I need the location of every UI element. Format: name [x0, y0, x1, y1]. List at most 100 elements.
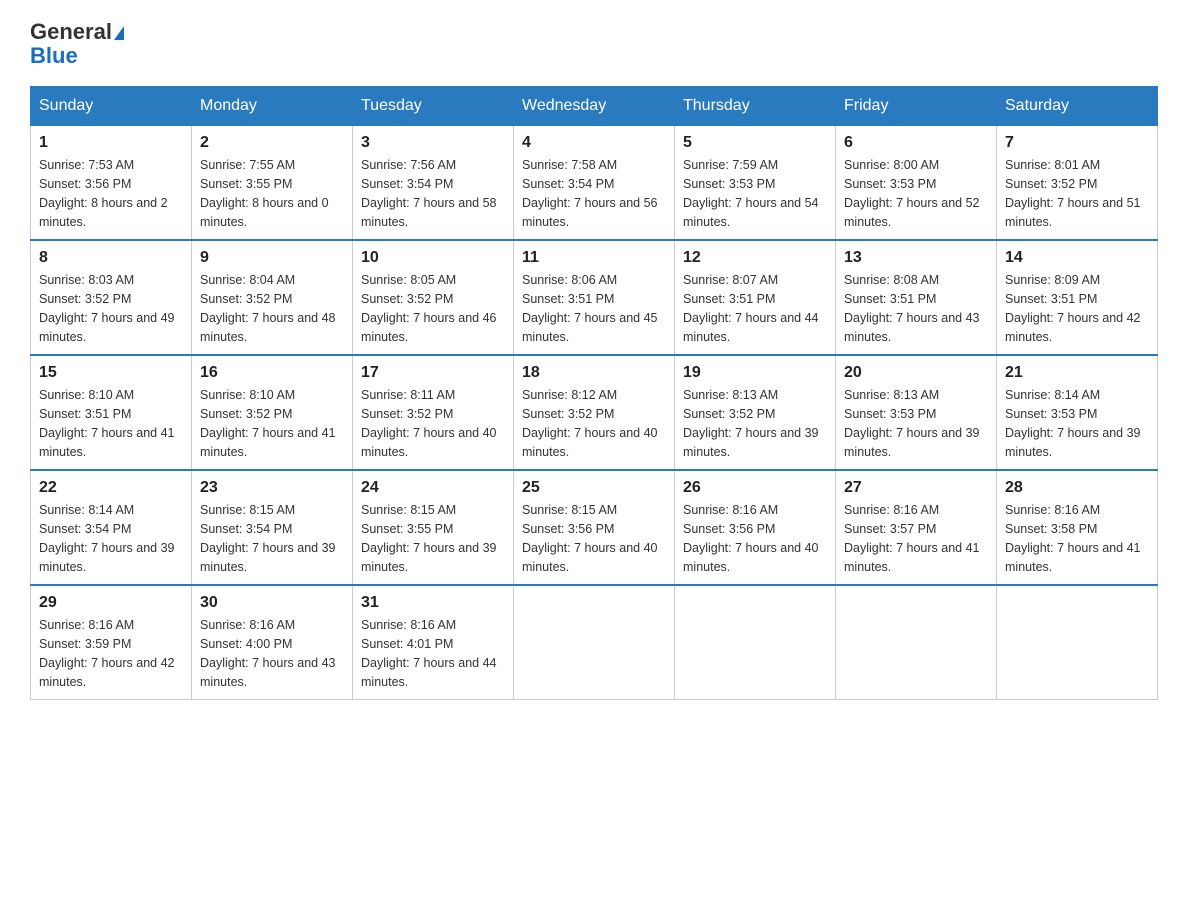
day-number: 14	[1005, 249, 1149, 267]
day-number: 27	[844, 479, 988, 497]
weekday-header-tuesday: Tuesday	[353, 87, 514, 126]
day-info: Sunrise: 7:56 AMSunset: 3:54 PMDaylight:…	[361, 156, 505, 231]
day-info: Sunrise: 8:16 AMSunset: 4:00 PMDaylight:…	[200, 616, 344, 691]
day-number: 30	[200, 594, 344, 612]
weekday-header-thursday: Thursday	[675, 87, 836, 126]
day-number: 9	[200, 249, 344, 267]
weekday-header-saturday: Saturday	[997, 87, 1158, 126]
day-info: Sunrise: 8:09 AMSunset: 3:51 PMDaylight:…	[1005, 271, 1149, 346]
weekday-header-sunday: Sunday	[31, 87, 192, 126]
day-number: 1	[39, 134, 183, 152]
calendar-cell: 23Sunrise: 8:15 AMSunset: 3:54 PMDayligh…	[192, 470, 353, 585]
day-number: 28	[1005, 479, 1149, 497]
calendar-cell: 11Sunrise: 8:06 AMSunset: 3:51 PMDayligh…	[514, 240, 675, 355]
day-info: Sunrise: 8:16 AMSunset: 3:57 PMDaylight:…	[844, 501, 988, 576]
day-number: 15	[39, 364, 183, 382]
day-number: 5	[683, 134, 827, 152]
calendar-cell: 18Sunrise: 8:12 AMSunset: 3:52 PMDayligh…	[514, 355, 675, 470]
calendar-cell: 31 Sunrise: 8:16 AMSunset: 4:01 PMDayligh…	[353, 585, 514, 700]
calendar-cell	[675, 585, 836, 700]
day-number: 16	[200, 364, 344, 382]
calendar-cell: 16 Sunrise: 8:10 AMSunset: 3:52 PMDayligh…	[192, 355, 353, 470]
calendar-cell	[836, 585, 997, 700]
day-info: Sunrise: 7:59 AMSunset: 3:53 PMDaylight:…	[683, 156, 827, 231]
day-info: Sunrise: 8:16 AMSunset: 3:59 PMDaylight:…	[39, 616, 183, 691]
calendar-cell: 14 Sunrise: 8:09 AMSunset: 3:51 PMDayligh…	[997, 240, 1158, 355]
calendar-cell	[514, 585, 675, 700]
day-number: 20	[844, 364, 988, 382]
week-row-3: 15 Sunrise: 8:10 AMSunset: 3:51 PMDayligh…	[31, 355, 1158, 470]
day-number: 3	[361, 134, 505, 152]
calendar-cell: 19 Sunrise: 8:13 AMSunset: 3:52 PMDayligh…	[675, 355, 836, 470]
day-info: Sunrise: 8:07 AMSunset: 3:51 PMDaylight:…	[683, 271, 827, 346]
week-row-2: 8Sunrise: 8:03 AMSunset: 3:52 PMDaylight…	[31, 240, 1158, 355]
calendar-cell: 4Sunrise: 7:58 AMSunset: 3:54 PMDaylight…	[514, 126, 675, 241]
day-info: Sunrise: 8:15 AMSunset: 3:54 PMDaylight:…	[200, 501, 344, 576]
day-number: 4	[522, 134, 666, 152]
day-number: 17	[361, 364, 505, 382]
day-info: Sunrise: 8:10 AMSunset: 3:52 PMDaylight:…	[200, 386, 344, 461]
logo: General Blue	[30, 20, 124, 68]
day-info: Sunrise: 8:08 AMSunset: 3:51 PMDaylight:…	[844, 271, 988, 346]
day-number: 12	[683, 249, 827, 267]
day-info: Sunrise: 8:14 AMSunset: 3:53 PMDaylight:…	[1005, 386, 1149, 461]
day-info: Sunrise: 8:16 AMSunset: 3:58 PMDaylight:…	[1005, 501, 1149, 576]
day-info: Sunrise: 8:11 AMSunset: 3:52 PMDaylight:…	[361, 386, 505, 461]
day-number: 7	[1005, 134, 1149, 152]
calendar-cell: 10Sunrise: 8:05 AMSunset: 3:52 PMDayligh…	[353, 240, 514, 355]
day-info: Sunrise: 7:53 AMSunset: 3:56 PMDaylight:…	[39, 156, 183, 231]
calendar-table: SundayMondayTuesdayWednesdayThursdayFrid…	[30, 86, 1158, 700]
calendar-cell: 8Sunrise: 8:03 AMSunset: 3:52 PMDaylight…	[31, 240, 192, 355]
calendar-cell: 25 Sunrise: 8:15 AMSunset: 3:56 PMDayligh…	[514, 470, 675, 585]
day-number: 11	[522, 249, 666, 267]
day-number: 8	[39, 249, 183, 267]
day-info: Sunrise: 8:01 AMSunset: 3:52 PMDaylight:…	[1005, 156, 1149, 231]
day-info: Sunrise: 8:16 AMSunset: 4:01 PMDaylight:…	[361, 616, 505, 691]
calendar-cell: 15 Sunrise: 8:10 AMSunset: 3:51 PMDayligh…	[31, 355, 192, 470]
day-info: Sunrise: 8:13 AMSunset: 3:52 PMDaylight:…	[683, 386, 827, 461]
calendar-cell: 3 Sunrise: 7:56 AMSunset: 3:54 PMDaylight…	[353, 126, 514, 241]
calendar-cell: 6 Sunrise: 8:00 AMSunset: 3:53 PMDaylight…	[836, 126, 997, 241]
calendar-cell: 30 Sunrise: 8:16 AMSunset: 4:00 PMDayligh…	[192, 585, 353, 700]
day-number: 2	[200, 134, 344, 152]
day-info: Sunrise: 8:15 AMSunset: 3:56 PMDaylight:…	[522, 501, 666, 576]
week-row-5: 29 Sunrise: 8:16 AMSunset: 3:59 PMDayligh…	[31, 585, 1158, 700]
week-row-4: 22Sunrise: 8:14 AMSunset: 3:54 PMDayligh…	[31, 470, 1158, 585]
day-number: 31	[361, 594, 505, 612]
day-number: 21	[1005, 364, 1149, 382]
day-info: Sunrise: 8:13 AMSunset: 3:53 PMDaylight:…	[844, 386, 988, 461]
calendar-cell: 21 Sunrise: 8:14 AMSunset: 3:53 PMDayligh…	[997, 355, 1158, 470]
day-number: 25	[522, 479, 666, 497]
calendar-cell: 29 Sunrise: 8:16 AMSunset: 3:59 PMDayligh…	[31, 585, 192, 700]
calendar-cell: 9 Sunrise: 8:04 AMSunset: 3:52 PMDaylight…	[192, 240, 353, 355]
calendar-cell: 7 Sunrise: 8:01 AMSunset: 3:52 PMDaylight…	[997, 126, 1158, 241]
logo-general-text: General	[30, 19, 112, 44]
day-number: 6	[844, 134, 988, 152]
calendar-cell: 17 Sunrise: 8:11 AMSunset: 3:52 PMDayligh…	[353, 355, 514, 470]
day-number: 26	[683, 479, 827, 497]
weekday-header-monday: Monday	[192, 87, 353, 126]
weekday-header-friday: Friday	[836, 87, 997, 126]
calendar-cell: 27 Sunrise: 8:16 AMSunset: 3:57 PMDayligh…	[836, 470, 997, 585]
weekday-header-wednesday: Wednesday	[514, 87, 675, 126]
logo-triangle-icon	[114, 26, 124, 40]
day-number: 22	[39, 479, 183, 497]
calendar-cell: 22Sunrise: 8:14 AMSunset: 3:54 PMDayligh…	[31, 470, 192, 585]
day-info: Sunrise: 8:16 AMSunset: 3:56 PMDaylight:…	[683, 501, 827, 576]
calendar-cell: 26 Sunrise: 8:16 AMSunset: 3:56 PMDayligh…	[675, 470, 836, 585]
day-info: Sunrise: 8:05 AMSunset: 3:52 PMDaylight:…	[361, 271, 505, 346]
day-info: Sunrise: 8:12 AMSunset: 3:52 PMDaylight:…	[522, 386, 666, 461]
day-info: Sunrise: 8:00 AMSunset: 3:53 PMDaylight:…	[844, 156, 988, 231]
day-number: 19	[683, 364, 827, 382]
day-info: Sunrise: 8:15 AMSunset: 3:55 PMDaylight:…	[361, 501, 505, 576]
day-info: Sunrise: 7:55 AMSunset: 3:55 PMDaylight:…	[200, 156, 344, 231]
day-info: Sunrise: 8:04 AMSunset: 3:52 PMDaylight:…	[200, 271, 344, 346]
calendar-cell: 5 Sunrise: 7:59 AMSunset: 3:53 PMDaylight…	[675, 126, 836, 241]
calendar-cell	[997, 585, 1158, 700]
day-info: Sunrise: 8:10 AMSunset: 3:51 PMDaylight:…	[39, 386, 183, 461]
day-number: 29	[39, 594, 183, 612]
day-number: 24	[361, 479, 505, 497]
calendar-cell: 13Sunrise: 8:08 AMSunset: 3:51 PMDayligh…	[836, 240, 997, 355]
calendar-cell: 2 Sunrise: 7:55 AMSunset: 3:55 PMDaylight…	[192, 126, 353, 241]
calendar-cell: 12 Sunrise: 8:07 AMSunset: 3:51 PMDayligh…	[675, 240, 836, 355]
